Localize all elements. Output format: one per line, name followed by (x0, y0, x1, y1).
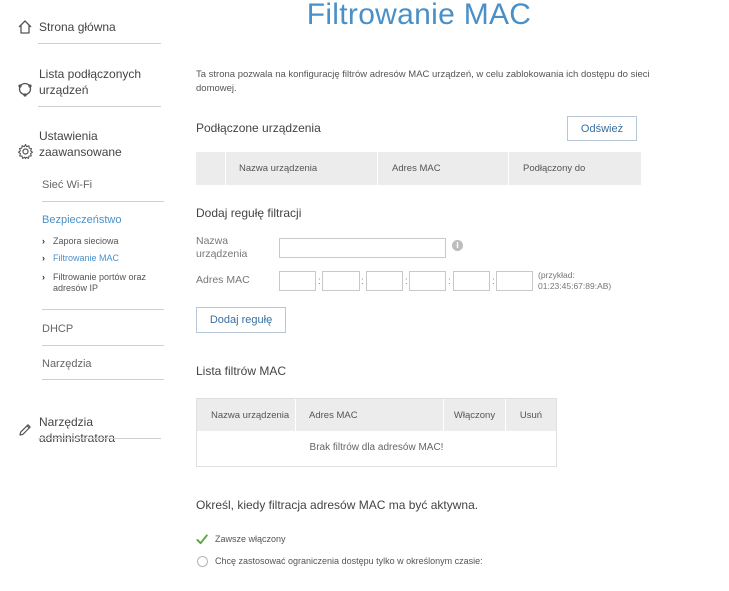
nav-home[interactable]: Strona główna (16, 18, 161, 36)
mac-separator: : (318, 276, 321, 287)
mac-octet-2-input[interactable] (322, 271, 360, 291)
table-header-cell: Adres MAC (296, 399, 444, 431)
divider (42, 345, 164, 346)
page-description: Ta strona pozwala na konfigurację filtró… (196, 69, 650, 94)
schedule-option-label: Zawsze włączony (215, 534, 286, 544)
checkmark-icon (196, 533, 208, 545)
add-rule-heading: Dodaj regułę filtracji (196, 206, 302, 220)
pencil-icon (16, 421, 34, 439)
connected-devices-table-header: Nazwa urządzenia Adres MAC Podłączony do (196, 152, 641, 185)
schedule-option-limited[interactable]: Chcę zastosować ograniczenia dostępu tyl… (196, 555, 483, 567)
sidebar-item-security[interactable]: Bezpieczeństwo (42, 214, 122, 226)
sidebar-item-dhcp[interactable]: DHCP (42, 323, 73, 335)
divider (38, 106, 161, 107)
mac-octet-5-input[interactable] (453, 271, 490, 291)
schedule-heading: Określ, kiedy filtracja adresów MAC ma b… (196, 498, 479, 512)
sidebar-item-port-ip-filter[interactable]: › Filtrowanie portów oraz adresów IP (42, 272, 167, 294)
nav-admin-tools-label: Narzędzia administratora (39, 415, 116, 445)
chevron-right-icon: › (42, 272, 45, 282)
table-header-cell: Nazwa urządzenia (197, 399, 296, 431)
mac-separator: : (492, 276, 495, 287)
schedule-option-always[interactable]: Zawsze włączony (196, 533, 286, 545)
device-name-input[interactable] (279, 238, 446, 258)
filter-list-table-header: Nazwa urządzenia Adres MAC Włączony Usuń (197, 399, 556, 431)
chevron-right-icon: › (42, 253, 45, 263)
table-header-cell: Nazwa urządzenia (226, 152, 378, 185)
home-icon (16, 18, 34, 36)
sidebar-item-tools[interactable]: Narzędzia (42, 358, 92, 370)
radio-button[interactable] (196, 555, 208, 567)
page-title: Filtrowanie MAC (306, 0, 532, 31)
divider (38, 438, 161, 439)
nav-devices[interactable]: Lista podłączonych urządzeń (16, 66, 161, 98)
chevron-right-icon: › (42, 236, 45, 246)
table-header-cell: Podłączony do (523, 163, 586, 174)
table-header-cell (196, 152, 226, 185)
connected-devices-heading: Podłączone urządzenia (196, 121, 321, 135)
nav-devices-label: Lista podłączonych urządzeń (39, 67, 142, 97)
empty-filters-message: Brak filtrów dla adresów MAC! (309, 442, 444, 453)
mac-octet-1-input[interactable] (279, 271, 316, 291)
device-name-label: Nazwa urządzenia (196, 235, 248, 260)
devices-icon (16, 80, 34, 98)
mac-octet-3-input[interactable] (366, 271, 403, 291)
gear-icon (16, 142, 34, 160)
info-icon[interactable]: i (452, 240, 463, 251)
refresh-button[interactable]: Odśwież (567, 116, 637, 141)
sidebar-item-firewall[interactable]: › Zapora sieciowa (42, 236, 167, 247)
nav-advanced-label: Ustawienia zaawansowane (39, 129, 122, 159)
divider (42, 201, 164, 202)
table-header-cell: Adres MAC (378, 152, 509, 185)
sidebar-item-wifi[interactable]: Sieć Wi-Fi (42, 179, 92, 191)
divider (42, 379, 164, 380)
filter-list-heading: Lista filtrów MAC (196, 364, 287, 378)
add-rule-button[interactable]: Dodaj regułę (196, 307, 286, 333)
mac-octet-4-input[interactable] (409, 271, 446, 291)
divider (38, 43, 161, 44)
nav-advanced[interactable]: Ustawienia zaawansowane (16, 128, 161, 160)
divider (42, 309, 164, 310)
schedule-option-label: Chcę zastosować ograniczenia dostępu tyl… (215, 556, 483, 566)
mac-separator: : (448, 276, 451, 287)
mac-separator: : (361, 276, 364, 287)
mac-octet-6-input[interactable] (496, 271, 533, 291)
mac-separator: : (405, 276, 408, 287)
table-header-cell: Włączony (444, 399, 506, 431)
mac-example-hint: (przykład: 01:23:45:67:89:AB) (538, 270, 612, 291)
sidebar-item-mac-filter[interactable]: › Filtrowanie MAC (42, 253, 167, 264)
nav-home-label: Strona główna (39, 20, 116, 34)
nav-admin-tools[interactable]: Narzędzia administratora (16, 414, 161, 446)
table-header-cell: Usuń (519, 409, 543, 421)
mac-address-label: Adres MAC (196, 274, 250, 286)
